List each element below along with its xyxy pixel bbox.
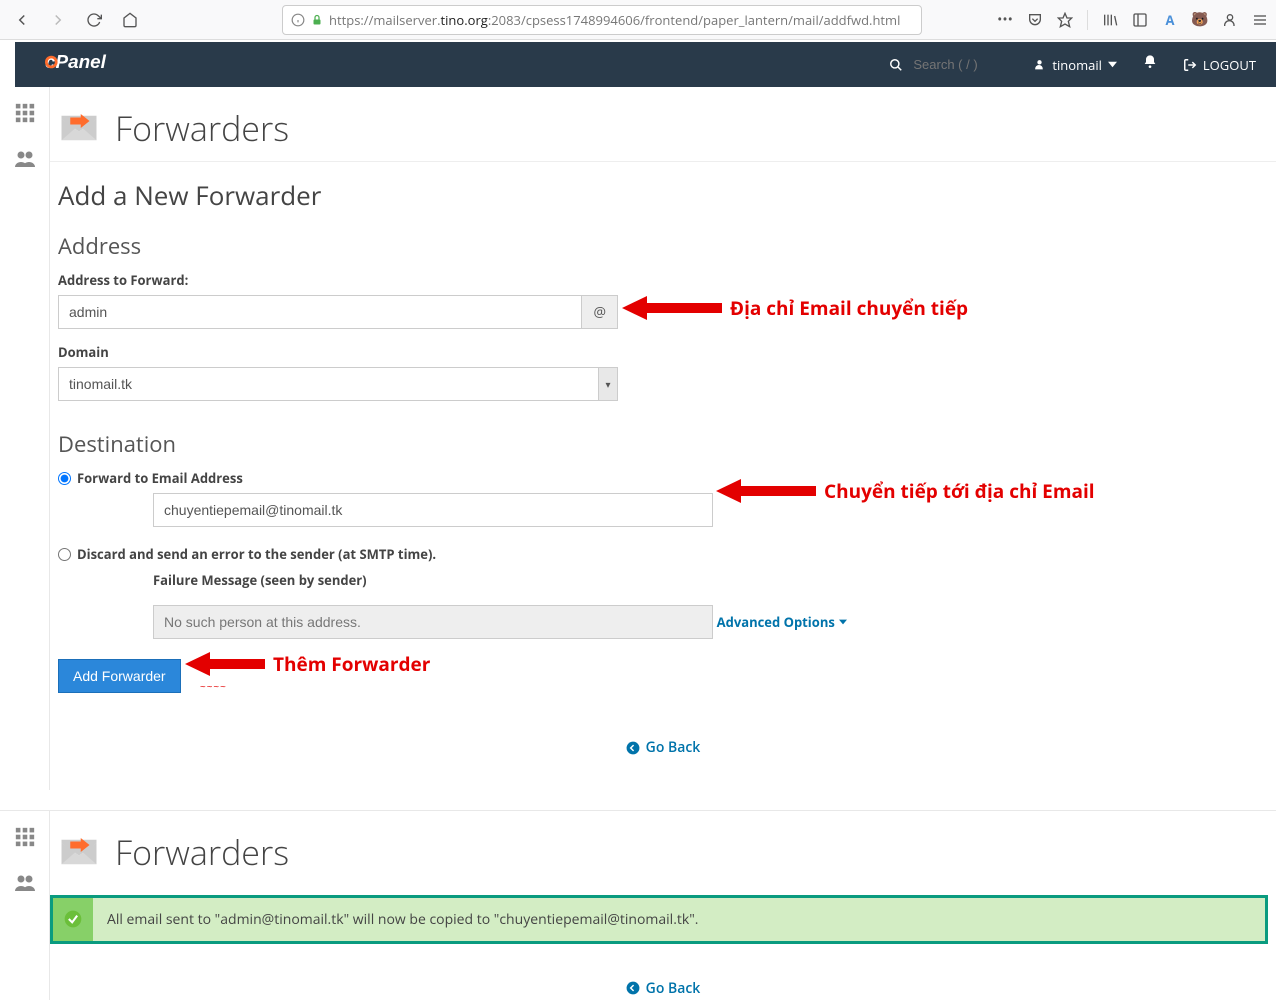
domain-label: Domain [58,343,1268,361]
url-bar[interactable]: https://mailserver.tino.org:2083/cpsess1… [282,5,922,35]
menu-icon[interactable] [1252,12,1268,28]
logout-label: LOGOUT [1203,56,1256,74]
address-input[interactable] [58,295,582,329]
advanced-options-label: Advanced Options [717,613,835,631]
header-search[interactable] [889,57,1003,72]
domain-select[interactable]: tinomail.tk [58,367,618,401]
back-circle-icon [626,741,640,755]
reload-button[interactable] [80,6,108,34]
rail-apps-icon[interactable] [14,826,36,853]
check-circle-icon [53,898,93,941]
ext2-icon[interactable]: 🐻 [1192,12,1208,28]
info-icon [291,13,305,27]
failure-message-input [153,605,713,639]
browser-toolbar: https://mailserver.tino.org:2083/cpsess1… [0,0,1276,40]
caret-down-icon [1108,60,1117,69]
forwarders-icon [58,107,100,149]
cpanel-header: cPanel tinomail LOGOUT [15,42,1276,87]
rail-apps-icon[interactable] [14,102,36,129]
account-icon[interactable] [1222,12,1238,28]
radio-discard-label: Discard and send an error to the sender … [77,545,436,563]
forward-button[interactable] [44,6,72,34]
forward-email-input[interactable] [153,493,713,527]
left-rail-2 [0,811,50,1000]
radio-forward[interactable] [58,472,71,485]
go-back-label: Go Back [646,738,701,757]
destination-heading: Destination [58,429,1268,459]
at-addon: @ [582,295,618,329]
page-title-2: Forwarders [115,829,289,875]
address-label: Address to Forward: [58,271,1268,289]
logout-icon [1183,58,1197,72]
home-button[interactable] [116,6,144,34]
page-actions-icon[interactable]: ••• [997,12,1013,28]
search-icon [889,58,903,72]
page-title: Forwarders [115,105,289,151]
failure-label: Failure Message (seen by sender) [153,571,1268,589]
go-back-link-2[interactable]: Go Back [626,979,701,998]
success-alert: All email sent to "admin@tinomail.tk" wi… [50,895,1268,944]
svg-text:cPanel: cPanel [45,52,107,73]
back-button[interactable] [8,6,36,34]
address-heading: Address [58,231,1268,261]
alert-message: All email sent to "admin@tinomail.tk" wi… [93,898,713,941]
radio-discard[interactable] [58,548,71,561]
subheading: Add a New Forwarder [58,177,1268,213]
caret-down-icon [839,618,847,626]
rail-users-icon[interactable] [13,147,37,176]
ext1-icon[interactable]: A [1162,12,1178,28]
page-header: Forwarders [50,87,1276,162]
logout-button[interactable]: LOGOUT [1183,56,1256,74]
bookmark-star-icon[interactable] [1057,12,1073,28]
add-forwarder-button[interactable]: Add Forwarder [58,659,181,693]
left-rail [0,87,50,790]
cpanel-logo[interactable]: cPanel [45,50,135,79]
notifications-button[interactable] [1142,54,1158,75]
lock-icon [311,14,323,26]
page-header-2: Forwarders [50,811,1276,885]
url-text: https://mailserver.tino.org:2083/cpsess1… [329,11,900,29]
sidebar-icon[interactable] [1132,12,1148,28]
user-icon [1033,58,1046,71]
radio-forward-label: Forward to Email Address [77,469,243,487]
back-circle-icon [626,981,640,995]
library-icon[interactable] [1102,12,1118,28]
advanced-options-link[interactable]: Advanced Options [717,613,847,631]
header-search-input[interactable] [913,57,1003,72]
rail-users-icon[interactable] [13,871,37,900]
forwarders-icon [58,831,100,873]
bell-icon [1142,54,1158,70]
pocket-icon[interactable] [1027,12,1043,28]
user-menu[interactable]: tinomail [1033,56,1117,74]
annotation-squiggle: ~~~~ [200,679,227,693]
user-label: tinomail [1052,56,1102,74]
go-back-label-2: Go Back [646,979,701,998]
go-back-link[interactable]: Go Back [626,738,701,757]
